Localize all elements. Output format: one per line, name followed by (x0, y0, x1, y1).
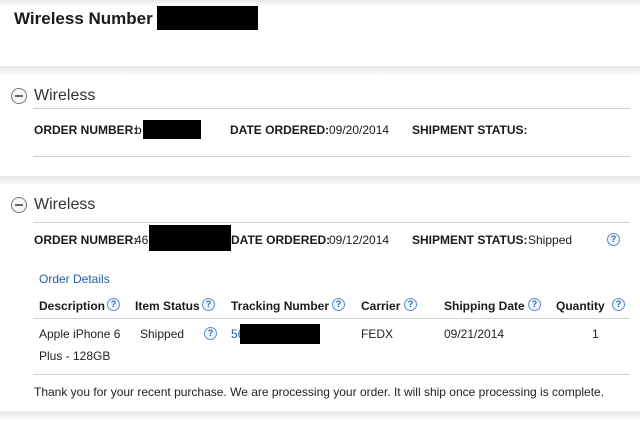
top-shadow (0, 0, 640, 6)
shipment-status-value: Shipped (528, 233, 573, 247)
order-number-value: b (135, 123, 142, 137)
date-ordered-value: 09/20/2014 (329, 123, 390, 137)
shipping-date-help-icon[interactable]: ? (528, 298, 541, 311)
section-title: Wireless (34, 196, 96, 213)
quantity-value: 1 (592, 327, 599, 341)
processing-message: Thank you for your recent purchase. We a… (34, 385, 605, 399)
date-ordered-label: DATE ORDERED: (230, 123, 330, 137)
section-title: Wireless (34, 87, 96, 104)
section-separator (0, 176, 640, 186)
carrier-value: FEDX (361, 327, 394, 341)
item-status-row-help-icon[interactable]: ? (204, 327, 217, 340)
shipping-date-value: 09/21/2014 (444, 327, 505, 341)
shipment-status-label: SHIPMENT STATUS: (412, 233, 528, 247)
section-separator (0, 66, 640, 76)
tracking-number-help-icon[interactable]: ? (332, 298, 345, 311)
description-help-icon[interactable]: ? (107, 298, 120, 311)
redacted-phone-number (157, 6, 258, 30)
column-header-quantity: Quantity (556, 299, 605, 313)
item-description-line2: Plus - 128GB (39, 349, 111, 363)
section-divider (33, 108, 630, 109)
redacted-tracking-number (240, 324, 320, 344)
collapse-toggle-icon[interactable] (11, 88, 27, 104)
collapse-toggle-icon[interactable] (11, 197, 27, 213)
section-separator (0, 411, 640, 421)
column-header-item-status: Item Status (135, 299, 200, 313)
table-header-divider (33, 318, 630, 319)
page-title: Wireless Number - 4 (14, 9, 178, 28)
order-number-label: ORDER NUMBER: (34, 233, 138, 247)
order-details-link[interactable]: Order Details (39, 272, 110, 286)
order-number-label: ORDER NUMBER: (34, 123, 138, 137)
redacted-order-number (149, 225, 231, 251)
shipment-status-label: SHIPMENT STATUS: (412, 123, 528, 137)
column-header-tracking-number: Tracking Number (231, 299, 330, 313)
order-number-value: 46 (135, 233, 149, 247)
section-divider (33, 222, 630, 223)
item-description: Apple iPhone 6 (39, 327, 121, 341)
order-divider (33, 156, 630, 157)
date-ordered-value: 09/12/2014 (329, 233, 390, 247)
carrier-help-icon[interactable]: ? (404, 298, 417, 311)
shipment-status-help-icon[interactable]: ? (607, 233, 620, 246)
quantity-help-icon[interactable]: ? (612, 298, 625, 311)
column-header-description: Description (39, 299, 106, 313)
column-header-shipping-date: Shipping Date (444, 299, 525, 313)
item-status-value: Shipped (140, 327, 185, 341)
table-row-divider (33, 374, 630, 375)
date-ordered-label: DATE ORDERED: (231, 233, 331, 247)
item-status-help-icon[interactable]: ? (202, 298, 215, 311)
column-header-carrier: Carrier (361, 299, 401, 313)
redacted-order-number (143, 120, 201, 139)
